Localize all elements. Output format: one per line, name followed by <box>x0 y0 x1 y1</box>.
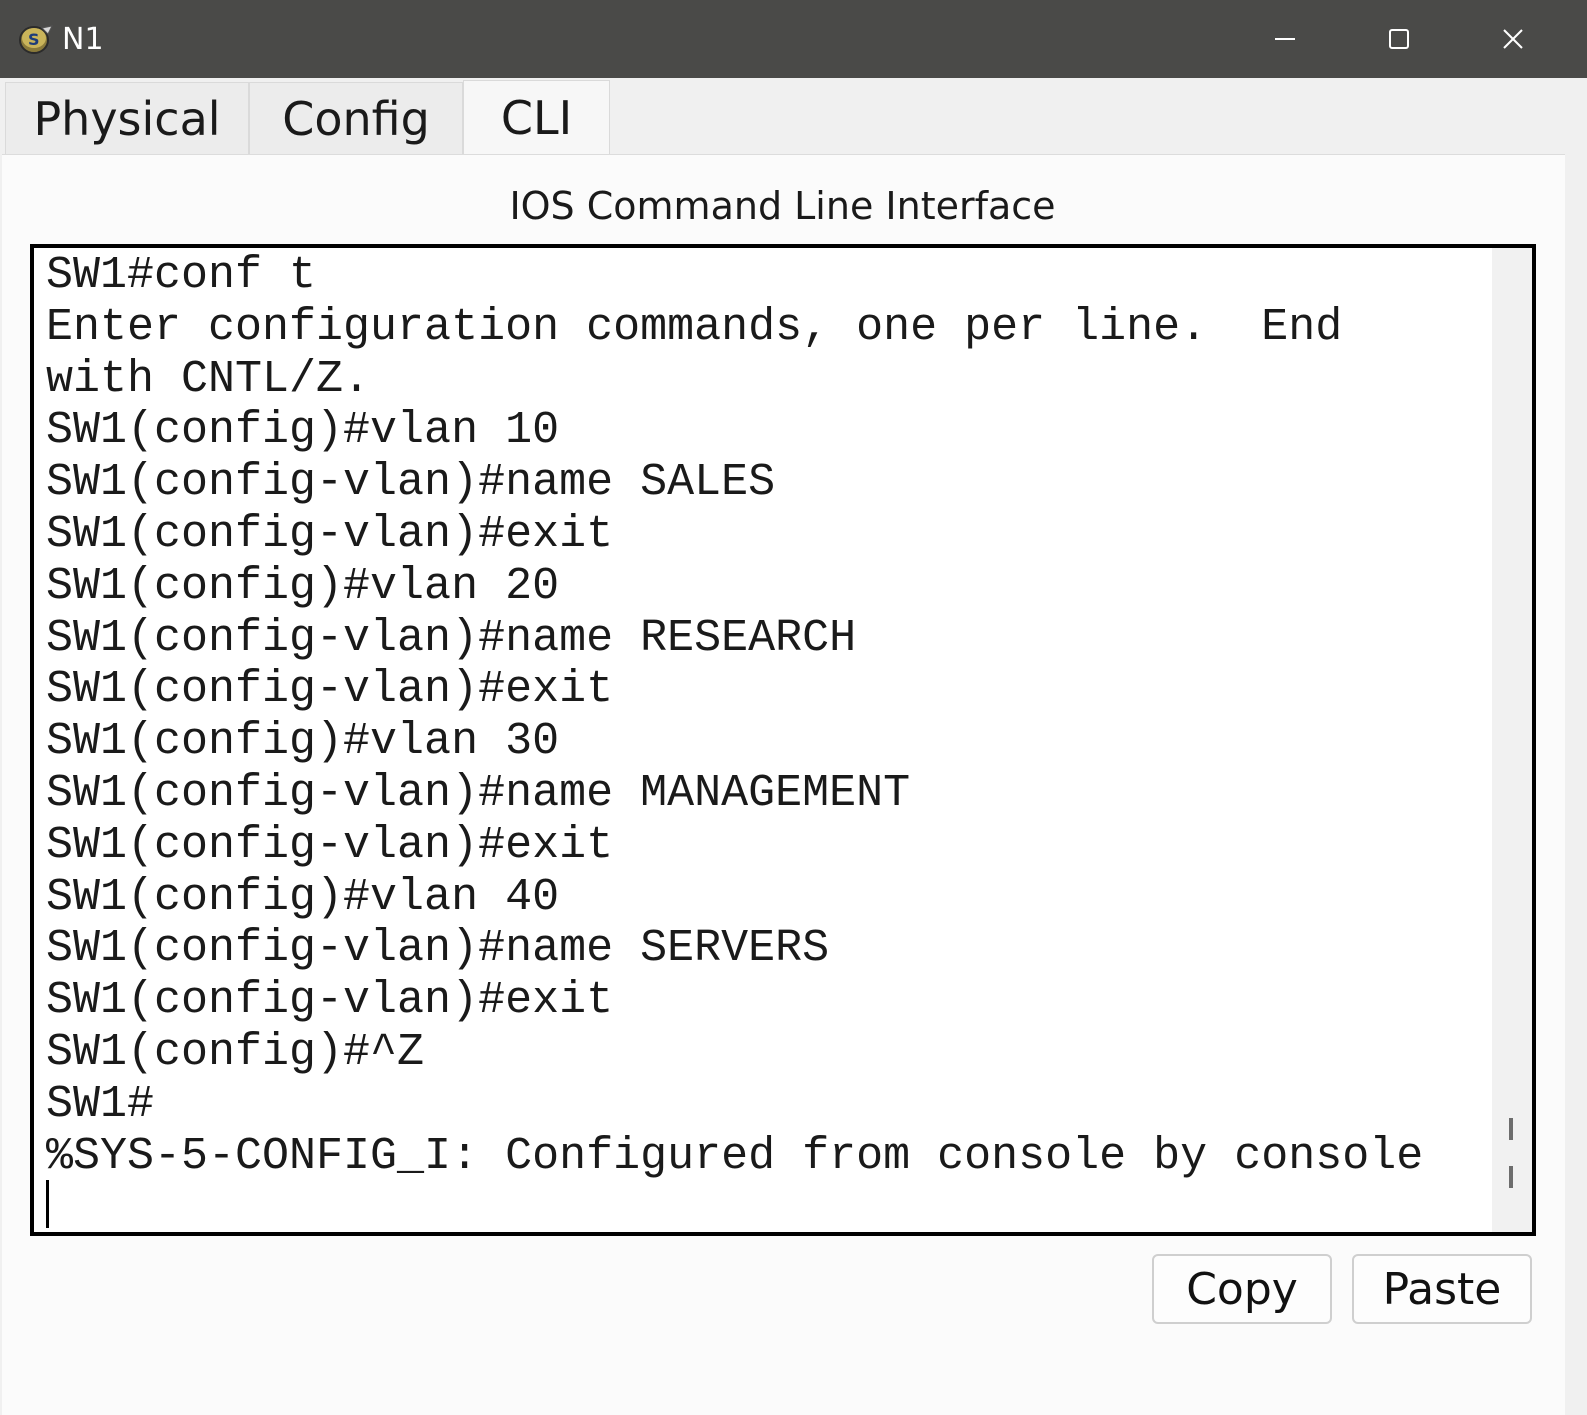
close-icon <box>1503 29 1523 49</box>
window-title: N1 <box>62 22 104 57</box>
console-line: SW1(config-vlan)#exit <box>46 819 614 871</box>
tab-physical[interactable]: Physical <box>5 82 249 155</box>
cli-console[interactable]: SW1#conf t Enter configuration commands,… <box>30 244 1536 1236</box>
panel-title: IOS Command Line Interface <box>509 184 1056 228</box>
copy-button[interactable]: Copy <box>1152 1254 1332 1324</box>
text-cursor <box>46 1180 49 1228</box>
maximize-icon <box>1389 29 1409 49</box>
console-line: SW1(config-vlan)#name RESEARCH <box>46 612 857 664</box>
console-output: SW1#conf t Enter configuration commands,… <box>46 250 1486 1182</box>
router-device-icon: S <box>18 22 54 56</box>
console-line: %SYS-5-CONFIG_I: Configured from console… <box>46 1130 1424 1182</box>
console-line: SW1(config)#vlan 10 <box>46 405 560 457</box>
console-line: SW1#conf t <box>46 250 317 301</box>
console-line: SW1(config)#vlan 30 <box>46 716 560 768</box>
scrollbar-thumb[interactable] <box>1509 1118 1513 1140</box>
console-line: SW1(config-vlan)#exit <box>46 975 614 1027</box>
paste-button[interactable]: Paste <box>1352 1254 1532 1324</box>
console-line: SW1(config-vlan)#exit <box>46 508 614 560</box>
console-line: Enter configuration commands, one per li… <box>46 301 1343 353</box>
console-line: SW1(config-vlan)#name MANAGEMENT <box>46 767 911 819</box>
console-line: SW1(config)#^Z <box>46 1026 425 1078</box>
minimize-button[interactable] <box>1250 12 1320 66</box>
console-line: SW1(config-vlan)#name SALES <box>46 457 776 509</box>
console-line: SW1# <box>46 1078 155 1130</box>
tab-config[interactable]: Config <box>249 82 463 155</box>
svg-text:S: S <box>28 30 40 49</box>
console-scrollbar[interactable] <box>1492 248 1532 1232</box>
minimize-icon <box>1275 38 1295 40</box>
console-line: SW1(config-vlan)#name SERVERS <box>46 923 830 975</box>
console-line: SW1(config)#vlan 40 <box>46 871 560 923</box>
close-button[interactable] <box>1478 12 1548 66</box>
tab-strip: Physical Config CLI <box>0 78 1587 155</box>
title-bar: S N1 <box>0 0 1587 78</box>
tab-cli[interactable]: CLI <box>463 80 610 155</box>
console-line: SW1(config-vlan)#exit <box>46 664 614 716</box>
maximize-button[interactable] <box>1364 12 1434 66</box>
scrollbar-thumb-lower[interactable] <box>1509 1166 1513 1188</box>
console-line: with CNTL/Z. <box>46 353 371 405</box>
console-line: SW1(config)#vlan 20 <box>46 560 560 612</box>
